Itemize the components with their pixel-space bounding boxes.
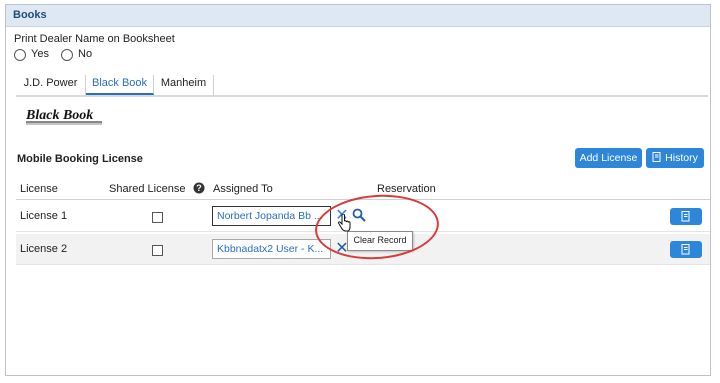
radio-no-label: No — [78, 48, 93, 60]
license-name: License 2 — [20, 243, 68, 255]
shared-license-checkbox[interactable] — [152, 212, 163, 223]
license-name: License 1 — [20, 210, 68, 222]
document-icon — [652, 152, 661, 162]
section-title: Books — [13, 9, 47, 21]
mobile-booking-title: Mobile Booking License — [17, 153, 143, 165]
radio-yes[interactable] — [14, 49, 26, 61]
tab-black-book[interactable]: Black Book — [86, 75, 154, 95]
assigned-to-value: Kbbnadatx2 User - K... — [217, 243, 324, 255]
history-label: History — [665, 152, 698, 164]
logo-text: Black Book — [25, 108, 93, 123]
history-button[interactable]: History — [646, 148, 704, 168]
col-license: License — [20, 183, 58, 195]
add-license-button[interactable]: Add License — [575, 148, 642, 168]
svg-text:?: ? — [196, 183, 202, 193]
section-header: Books — [6, 5, 710, 27]
col-shared: Shared License — [109, 183, 186, 195]
radio-yes-label: Yes — [31, 48, 49, 60]
books-panel: Books Print Dealer Name on Booksheet Yes… — [5, 4, 711, 376]
tab-manheim[interactable]: Manheim — [154, 75, 214, 95]
help-icon[interactable]: ? — [193, 182, 205, 194]
assigned-to-field[interactable]: Norbert Jopanda Bb ... — [212, 206, 331, 226]
assigned-to-value: Norbert Jopanda Bb ... — [217, 210, 323, 222]
document-icon — [681, 211, 690, 222]
add-license-label: Add License — [579, 152, 638, 164]
print-dealer-label: Print Dealer Name on Booksheet — [14, 33, 175, 45]
col-assigned: Assigned To — [213, 183, 273, 195]
document-icon — [681, 244, 690, 255]
row-action-button[interactable] — [670, 208, 702, 225]
row-action-button[interactable] — [670, 241, 702, 258]
book-tabs: J.D. Power Black Book Manheim — [16, 75, 708, 97]
black-book-logo: Black Book — [25, 108, 102, 125]
assigned-to-field[interactable]: Kbbnadatx2 User - K... — [212, 239, 331, 259]
tab-jd-power[interactable]: J.D. Power — [16, 75, 86, 95]
col-reservation: Reservation — [377, 183, 436, 195]
shared-license-checkbox[interactable] — [152, 245, 163, 256]
radio-no[interactable] — [61, 49, 73, 61]
